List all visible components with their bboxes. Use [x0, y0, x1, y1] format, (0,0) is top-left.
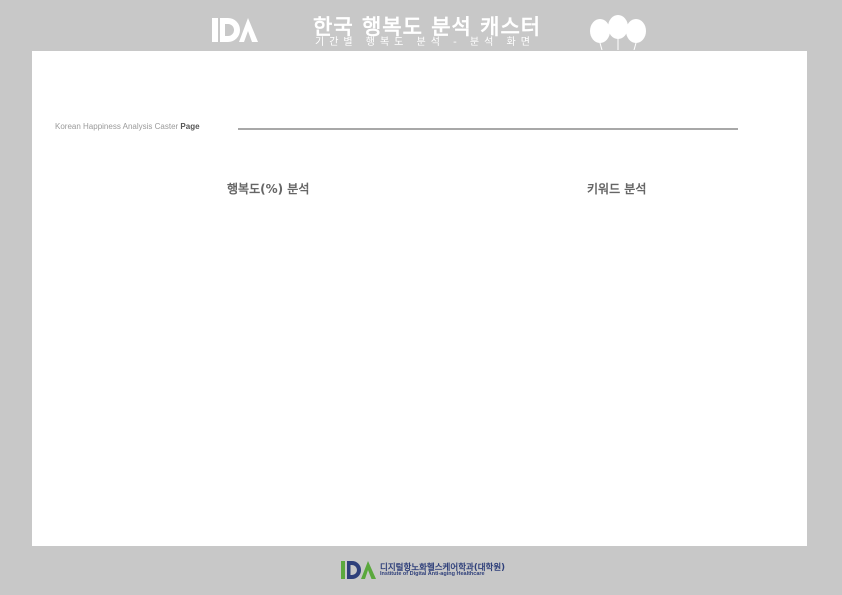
happiness-section-title: 행복도(%) 분석 — [227, 182, 310, 196]
ida-logo-color — [341, 561, 376, 579]
keyword-section-title: 키워드 분석 — [587, 182, 647, 196]
app-subtitle: 기간별 행복도 분석 - 분석 화면 — [315, 37, 535, 48]
footer: 디지털항노화헬스케어학과(대학원) Institute of Digital A… — [0, 546, 842, 595]
footer-org-english: Institute of Digital Anti-aging Healthca… — [380, 571, 485, 577]
balloons-icon — [590, 15, 646, 50]
main-panel: Korean Happiness Analysis Caster Page 행복… — [32, 51, 807, 546]
ida-logo — [212, 18, 258, 42]
page-label: Korean Happiness Analysis Caster Page — [55, 122, 200, 131]
page-label-prefix: Korean Happiness Analysis Caster — [55, 122, 179, 131]
header: 한국 행복도 분석 캐스터 기간별 행복도 분석 - 분석 화면 — [0, 0, 842, 51]
header-divider — [238, 128, 738, 130]
page-label-suffix: Page — [180, 122, 200, 131]
